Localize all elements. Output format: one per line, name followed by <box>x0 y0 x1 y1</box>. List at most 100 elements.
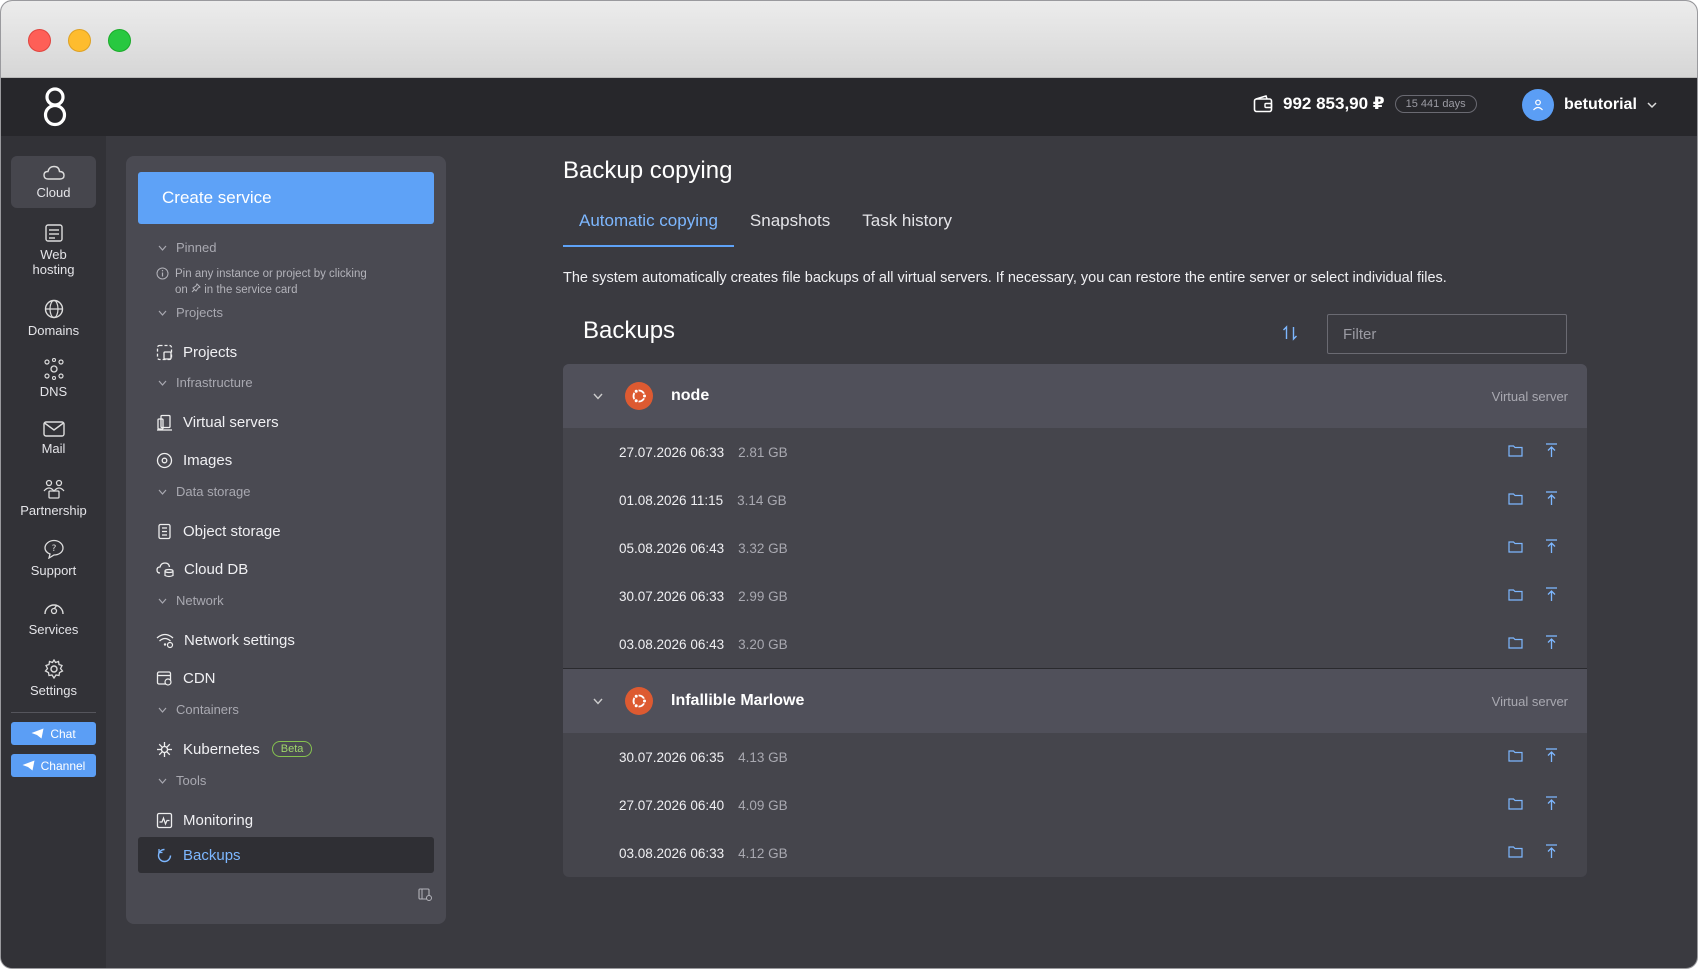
rail-item-settings[interactable]: Settings <box>11 654 96 702</box>
backup-group-header[interactable]: node Virtual server <box>563 364 1587 428</box>
service-panel: Create service Pinned Pin any instance o… <box>126 156 446 924</box>
nav-item-cdn[interactable]: CDN <box>138 660 434 696</box>
backup-row: 03.08.2026 06:33 4.12 GB <box>563 829 1587 877</box>
section-tools[interactable]: Tools <box>158 773 206 788</box>
restore-icon[interactable] <box>1545 844 1558 859</box>
nav-item-network-settings[interactable]: Network settings <box>138 622 434 658</box>
tab-snapshots[interactable]: Snapshots <box>734 207 846 247</box>
cloud-db-icon <box>156 561 174 577</box>
section-label: Network <box>176 593 224 608</box>
section-label: Data storage <box>176 484 251 499</box>
nav-item-object-storage[interactable]: Object storage <box>138 513 434 549</box>
filter-input[interactable] <box>1327 314 1567 354</box>
nav-item-label: Virtual servers <box>183 413 279 431</box>
tab-task-history[interactable]: Task history <box>846 207 968 247</box>
rail-item-services[interactable]: Services <box>11 594 96 642</box>
backup-row: 30.07.2026 06:35 4.13 GB <box>563 733 1587 781</box>
chevron-down-icon <box>158 380 167 386</box>
restore-icon[interactable] <box>1545 796 1558 811</box>
folder-icon[interactable] <box>1508 492 1523 505</box>
nav-item-virtual-servers[interactable]: Virtual servers <box>138 404 434 440</box>
section-infrastructure[interactable]: Infrastructure <box>158 375 253 390</box>
page-title: Backup copying <box>563 157 733 184</box>
sort-icon[interactable] <box>1282 325 1298 341</box>
pin-icon <box>191 283 201 293</box>
section-network[interactable]: Network <box>158 593 224 608</box>
panel-settings-icon[interactable] <box>418 888 433 902</box>
restore-icon[interactable] <box>1545 587 1558 602</box>
section-data-storage[interactable]: Data storage <box>158 484 250 499</box>
chevron-down-icon <box>1647 102 1657 109</box>
nav-item-images[interactable]: Images <box>138 442 434 478</box>
folder-icon[interactable] <box>1508 588 1523 601</box>
logo-icon[interactable] <box>41 84 69 130</box>
tab-automatic-copying[interactable]: Automatic copying <box>563 207 734 247</box>
nav-item-monitoring[interactable]: Monitoring <box>138 802 434 838</box>
section-pinned[interactable]: Pinned <box>158 240 216 255</box>
maximize-window-button[interactable] <box>108 29 131 52</box>
rail-item-cloud[interactable]: Cloud <box>11 156 96 208</box>
folder-icon[interactable] <box>1508 797 1523 810</box>
minimize-window-button[interactable] <box>68 29 91 52</box>
nav-item-cloud-db[interactable]: Cloud DB <box>138 551 434 587</box>
folder-icon[interactable] <box>1508 444 1523 457</box>
backup-size: 4.09 GB <box>738 797 788 813</box>
chevron-down-icon <box>158 778 167 784</box>
backup-date: 30.07.2026 06:33 <box>619 588 725 604</box>
nav-item-backups[interactable]: Backups <box>138 837 434 873</box>
folder-icon[interactable] <box>1508 749 1523 762</box>
nav-item-label: Backups <box>183 846 241 864</box>
chevron-down-icon[interactable] <box>591 393 605 400</box>
section-containers[interactable]: Containers <box>158 702 239 717</box>
partnership-icon <box>43 479 64 499</box>
rail-item-label: Cloud <box>36 184 71 200</box>
rail-divider <box>11 712 96 713</box>
restore-icon[interactable] <box>1545 539 1558 554</box>
backup-group-header[interactable]: Infallible Marlowe Virtual server <box>563 669 1587 733</box>
chevron-down-icon[interactable] <box>591 698 605 705</box>
kubernetes-icon <box>157 741 172 757</box>
globe-icon <box>44 299 63 318</box>
folder-icon[interactable] <box>1508 540 1523 553</box>
folder-icon[interactable] <box>1508 845 1523 858</box>
backup-date: 03.08.2026 06:43 <box>619 636 725 652</box>
rail-item-mail[interactable]: Mail <box>11 414 96 462</box>
chat-button[interactable]: Chat <box>11 722 96 745</box>
rail-item-label: Mail <box>41 440 66 456</box>
section-projects[interactable]: Projects <box>158 305 223 320</box>
rail-item-label: Support <box>30 562 77 578</box>
folder-icon[interactable] <box>1508 636 1523 649</box>
chat-label: Chat <box>50 726 76 741</box>
restore-icon[interactable] <box>1545 635 1558 650</box>
channel-label: Channel <box>40 758 86 773</box>
restore-icon[interactable] <box>1545 443 1558 458</box>
backup-row: 27.07.2026 06:33 2.81 GB <box>563 428 1587 476</box>
backup-size: 3.20 GB <box>738 636 788 652</box>
rail-item-support[interactable]: ? Support <box>11 534 96 582</box>
rail-item-domains[interactable]: Domains <box>11 294 96 342</box>
cloud-icon <box>42 165 65 180</box>
close-window-button[interactable] <box>28 29 51 52</box>
nav-item-label: Network settings <box>184 631 295 649</box>
restore-icon[interactable] <box>1545 491 1558 506</box>
rail-item-partnership[interactable]: Partnership <box>11 474 96 522</box>
restore-icon[interactable] <box>1545 748 1558 763</box>
backup-date: 03.08.2026 06:33 <box>619 845 725 861</box>
dns-icon <box>43 357 64 380</box>
nav-item-kubernetes[interactable]: Kubernetes Beta <box>138 731 434 767</box>
nav-item-projects[interactable]: Projects <box>138 334 434 370</box>
section-label: Tools <box>176 773 207 788</box>
balance-widget[interactable]: 992 853,90 ₽ 15 441 days <box>1253 94 1477 114</box>
backup-row: 01.08.2026 11:15 3.14 GB <box>563 476 1587 524</box>
chevron-down-icon <box>158 310 167 316</box>
username: betutorial <box>1564 96 1637 113</box>
storage-icon <box>158 523 171 539</box>
mail-icon <box>42 420 65 437</box>
wallet-icon <box>1253 95 1273 113</box>
rail-item-dns[interactable]: DNS <box>11 354 96 402</box>
channel-button[interactable]: Channel <box>11 754 96 777</box>
user-menu[interactable]: betutorial <box>1522 89 1657 121</box>
gear-icon <box>43 658 64 679</box>
rail-item-web-hosting[interactable]: Web hosting <box>11 220 96 280</box>
create-service-button[interactable]: Create service <box>138 172 434 224</box>
